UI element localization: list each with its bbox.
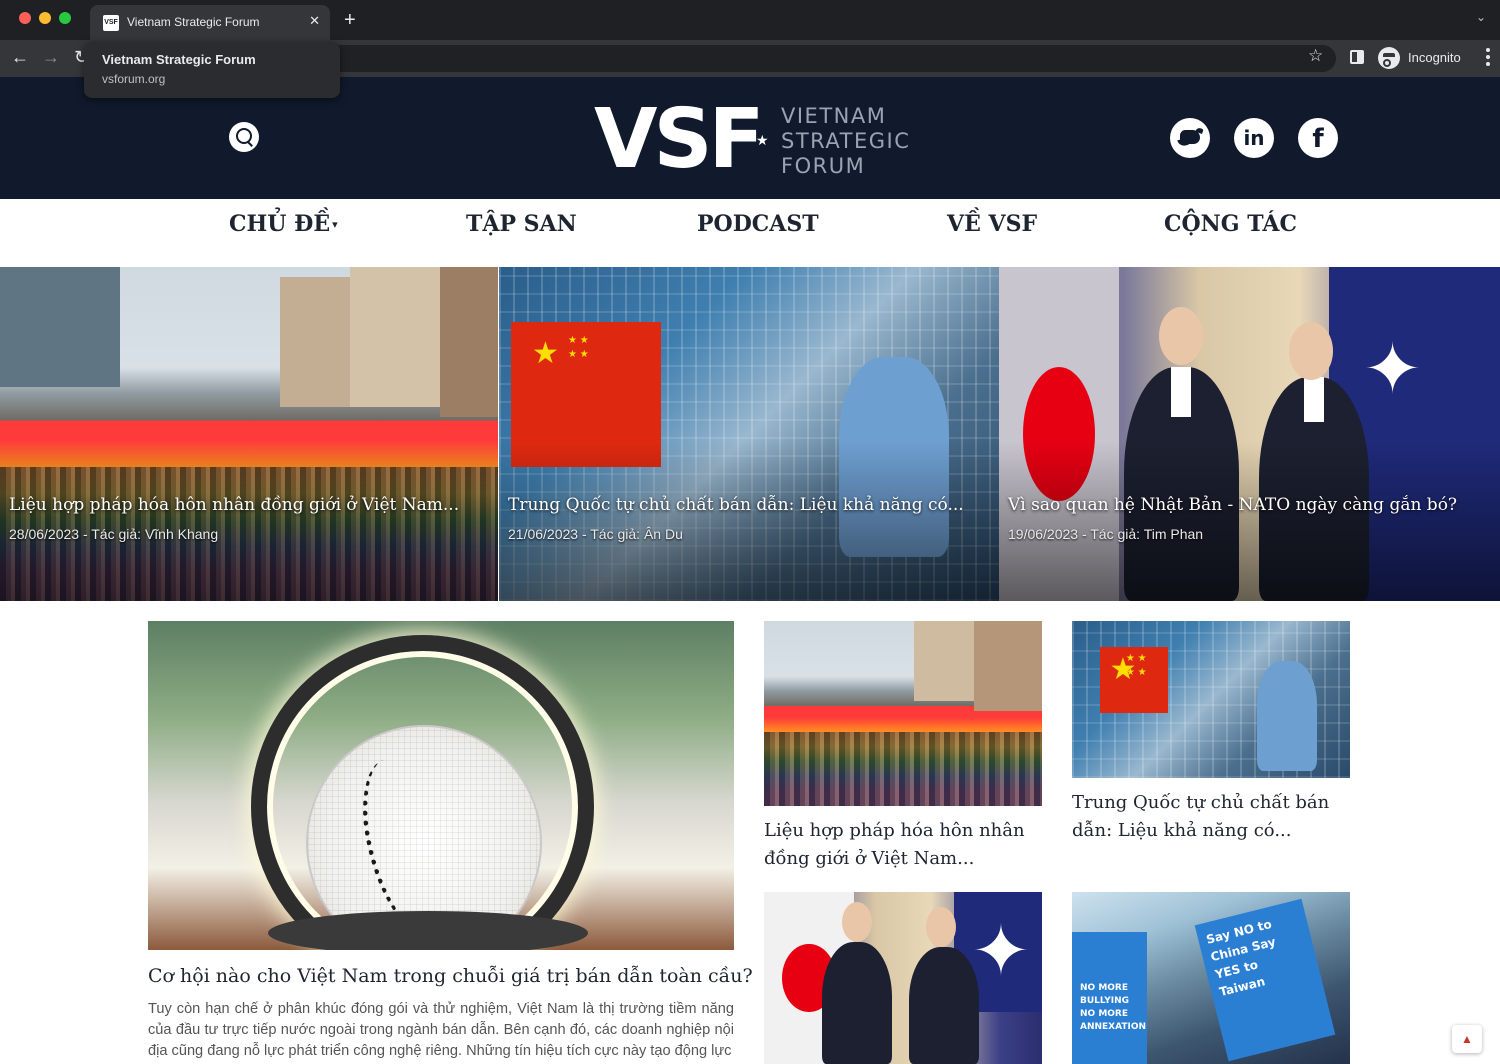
feature-article-title[interactable]: Cơ hội nào cho Việt Nam trong chuỗi giá … — [148, 963, 753, 989]
side-panel-icon[interactable] — [1350, 50, 1364, 64]
minimize-window-button[interactable] — [39, 12, 51, 24]
card-image[interactable] — [764, 621, 1042, 806]
protest-sign: Say NO to China Say YES to Taiwan — [1194, 898, 1336, 1062]
hero-meta: 21/06/2023 - Tác giả: Ân Du — [508, 526, 683, 542]
tab-title: Vietnam Strategic Forum — [127, 15, 260, 29]
incognito-icon[interactable] — [1378, 47, 1400, 69]
hero-title[interactable]: Liệu hợp pháp hóa hôn nhân đồng giới ở V… — [9, 495, 459, 515]
logo-star-icon: ★ — [756, 132, 769, 148]
chevron-down-icon: ▾ — [332, 218, 338, 231]
nav-item-podcast[interactable]: PODCAST — [697, 209, 819, 239]
maximize-window-button[interactable] — [59, 12, 71, 24]
feature-article-excerpt: Tuy còn hạn chế ở phân khúc đóng gói và … — [148, 1001, 734, 1059]
favicon-icon: VSF — [103, 15, 119, 31]
browser-tab-bar: VSF Vietnam Strategic Forum ✕ + ⌄ — [0, 0, 1500, 40]
logo-line-1: VIETNAM — [781, 104, 887, 128]
star-icon[interactable]: ☆ — [1308, 46, 1323, 66]
incognito-label[interactable]: Incognito — [1408, 50, 1461, 65]
hero-slide[interactable]: Trung Quốc tự chủ chất bán dẫn: Liệu khả… — [499, 267, 999, 601]
linkedin-icon[interactable]: in — [1234, 118, 1274, 158]
main-navigation: CHỦ ĐỀ ▾ TẬP SAN PODCAST VỀ VSF CỘNG TÁC — [0, 199, 1500, 267]
card-image[interactable] — [764, 892, 1042, 1064]
nav-item-cong-tac[interactable]: CỘNG TÁC — [1164, 209, 1297, 239]
facebook-icon[interactable]: f — [1298, 118, 1338, 158]
card-title[interactable]: Liệu hợp pháp hóa hôn nhân đồng giới ở V… — [764, 817, 1042, 873]
tooltip-title: Vietnam Strategic Forum — [102, 52, 256, 67]
plus-icon[interactable]: + — [344, 9, 356, 31]
nav-item-chu-de[interactable]: CHỦ ĐỀ ▾ — [229, 209, 338, 240]
hero-meta: 19/06/2023 - Tác giả: Tim Phan — [1008, 526, 1204, 542]
hero-slide[interactable]: Liệu hợp pháp hóa hôn nhân đồng giới ở V… — [0, 267, 498, 601]
hero-slide[interactable]: Vì sao quan hệ Nhật Bản - NATO ngày càng… — [999, 267, 1500, 601]
card-image[interactable] — [1072, 621, 1350, 778]
tab-hover-tooltip: Vietnam Strategic Forum vsforum.org — [84, 42, 340, 98]
nav-item-tap-san[interactable]: TẬP SAN — [466, 209, 577, 239]
close-window-button[interactable] — [19, 12, 31, 24]
logo-line-2: STRATEGIC — [781, 129, 911, 153]
logo-wordmark: VIETNAM STRATEGIC FORUM — [781, 104, 910, 179]
feature-article-image[interactable] — [148, 621, 734, 950]
hero-meta: 28/06/2023 - Tác giả: Vĩnh Khang — [9, 526, 219, 542]
lamp-base — [268, 911, 588, 950]
logo-mark: VSF — [594, 92, 765, 187]
chevron-down-icon[interactable]: ⌄ — [1476, 10, 1486, 24]
forward-icon[interactable]: → — [42, 47, 60, 67]
hero-carousel: Liệu hợp pháp hóa hôn nhân đồng giới ở V… — [0, 267, 1500, 601]
hero-title[interactable]: Trung Quốc tự chủ chất bán dẫn: Liệu khả… — [508, 495, 964, 515]
back-to-top-button[interactable]: ▲ — [1452, 1025, 1482, 1053]
card-title[interactable]: Trung Quốc tự chủ chất bán dẫn: Liệu khả… — [1072, 789, 1350, 845]
nav-item-ve-vsf[interactable]: VỀ VSF — [947, 209, 1037, 239]
search-icon[interactable] — [229, 122, 259, 152]
nav-item-label: CHỦ ĐỀ — [229, 211, 331, 237]
close-icon[interactable]: ✕ — [309, 13, 320, 29]
protest-sign: NO MORE BULLYING NO MORE ANNEXATION — [1072, 932, 1147, 1064]
twitter-icon[interactable] — [1170, 118, 1210, 158]
back-icon[interactable]: ← — [11, 47, 29, 67]
menu-icon[interactable] — [1486, 48, 1492, 69]
tooltip-url: vsforum.org — [102, 72, 166, 86]
browser-tab[interactable]: VSF Vietnam Strategic Forum ✕ — [90, 5, 330, 40]
card-image[interactable]: NO MORE BULLYING NO MORE ANNEXATION Say … — [1072, 892, 1350, 1064]
logo-line-3: FORUM — [781, 154, 866, 178]
hero-title[interactable]: Vì sao quan hệ Nhật Bản - NATO ngày càng… — [1008, 495, 1457, 515]
